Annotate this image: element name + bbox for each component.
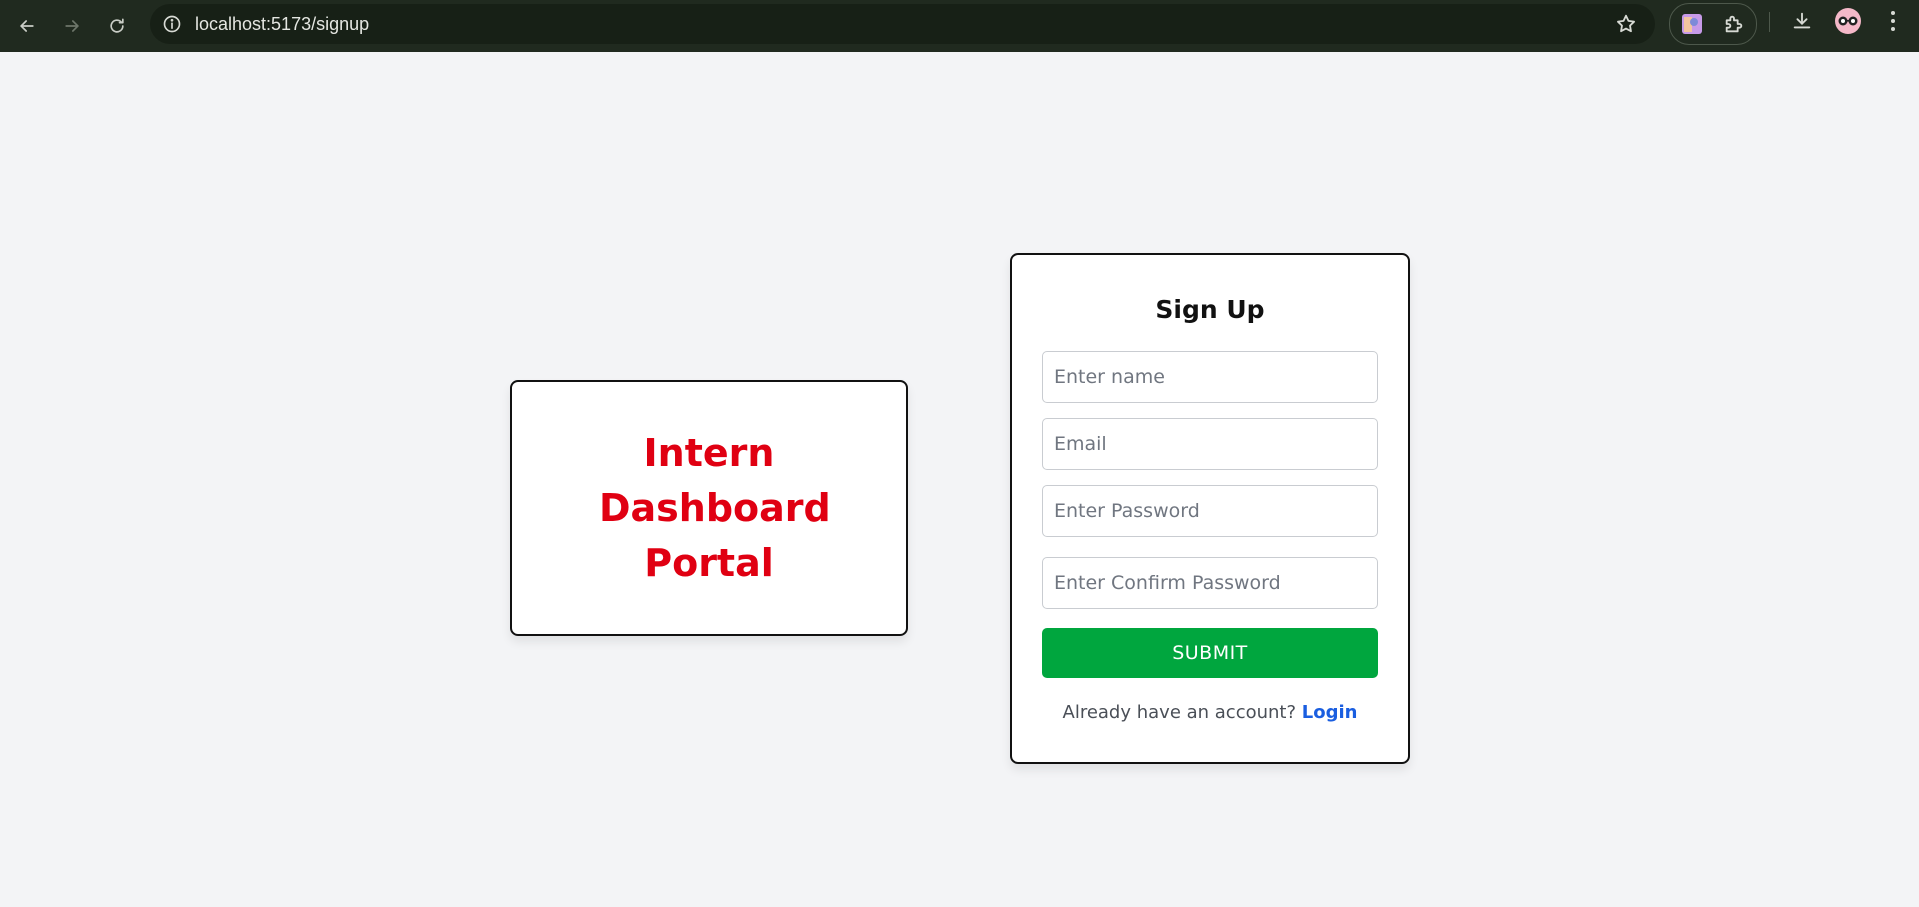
name-input[interactable] (1042, 351, 1378, 403)
form-title: Sign Up (1155, 295, 1265, 324)
address-bar[interactable]: localhost:5173/signup (150, 4, 1655, 44)
star-icon[interactable] (1615, 13, 1637, 35)
brand-title: Intern Dashboard Portal (599, 430, 831, 585)
kebab-menu-icon (1891, 11, 1895, 31)
signup-form: Sign Up SUBMIT Already have an account? … (1010, 253, 1410, 764)
browser-toolbar: localhost:5173/signup (0, 0, 1919, 52)
brand-card: Intern Dashboard Portal (510, 380, 908, 636)
extension-avatar-icon[interactable] (1681, 13, 1703, 35)
password-input[interactable] (1042, 485, 1378, 537)
back-arrow-icon (20, 20, 34, 32)
forward-arrow-icon (65, 20, 79, 32)
profile-avatar-icon[interactable] (1835, 8, 1861, 34)
email-input[interactable] (1042, 418, 1378, 470)
download-button[interactable] (1790, 9, 1814, 33)
browser-menu-button[interactable] (1881, 9, 1905, 33)
toolbar-divider (1769, 12, 1770, 32)
login-prompt-text: Already have an account? (1062, 702, 1297, 723)
extension-group (1669, 3, 1757, 45)
confirm-password-input[interactable] (1042, 557, 1378, 609)
login-prompt: Already have an account? Login (1012, 702, 1408, 723)
puzzle-icon[interactable] (1723, 13, 1745, 35)
reload-icon (110, 18, 124, 33)
reload-button[interactable] (99, 8, 135, 44)
info-icon (163, 15, 181, 33)
url-text[interactable]: localhost:5173/signup (195, 4, 369, 44)
login-link[interactable]: Login (1302, 702, 1358, 723)
submit-button[interactable]: SUBMIT (1042, 628, 1378, 678)
site-info-button[interactable] (160, 12, 184, 36)
download-icon (1793, 12, 1811, 29)
forward-button[interactable] (54, 8, 90, 44)
back-button[interactable] (9, 8, 45, 44)
